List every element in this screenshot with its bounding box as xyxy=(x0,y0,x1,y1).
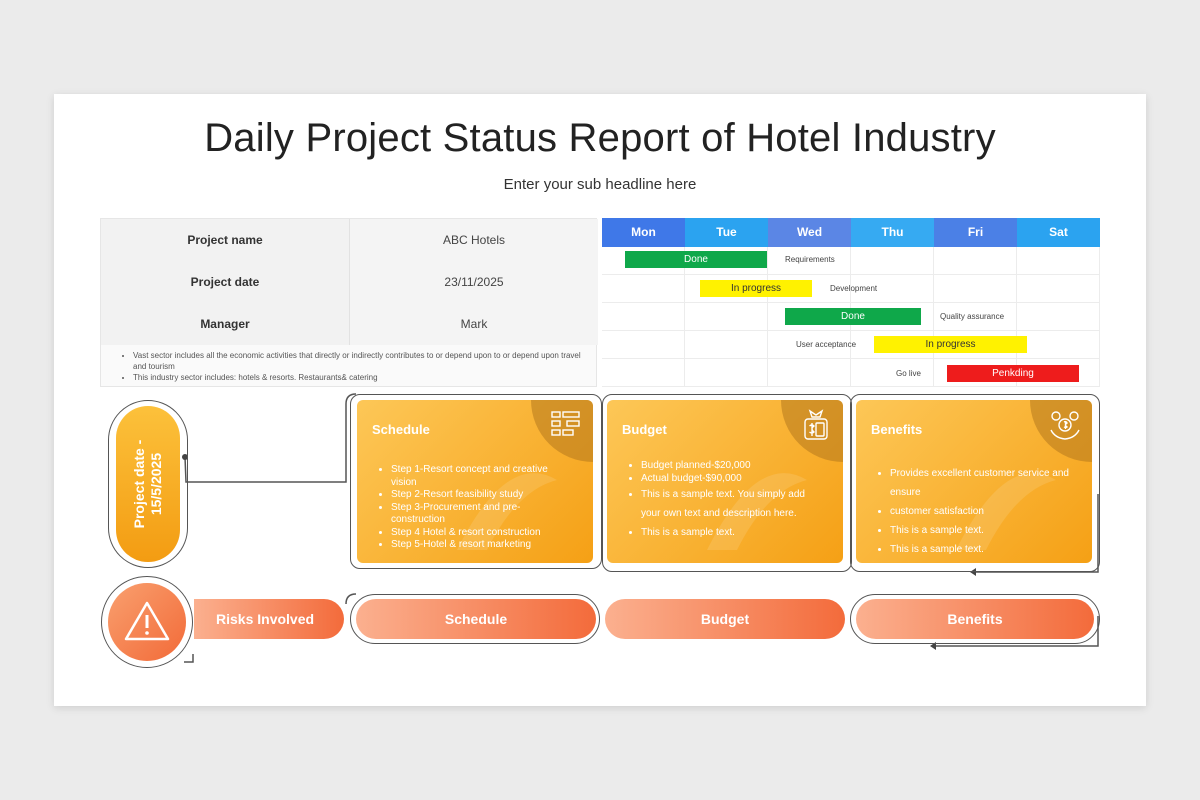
budget-card: Budget Budget planned-$20,000 Actual bud… xyxy=(607,400,843,563)
money-hand-icon xyxy=(1050,411,1080,440)
schedule-card: Schedule Step 1-Resort concept and creat… xyxy=(357,400,593,563)
list-item: This is a sample text. You simply add yo… xyxy=(641,485,821,523)
money-calculator-icon xyxy=(804,409,828,440)
warning-triangle-icon xyxy=(124,601,170,641)
risks-involved-pill: Risks Involved xyxy=(194,599,344,639)
card-list: Step 1-Resort concept and creative visio… xyxy=(391,464,571,552)
list-item: Step 3-Procurement and pre-construction xyxy=(391,502,571,527)
card-list: Provides excellent customer service and … xyxy=(890,464,1070,559)
card-title: Schedule xyxy=(372,422,430,437)
list-item: Actual budget-$90,000 xyxy=(641,472,821,485)
gantt-chart-icon xyxy=(551,411,580,436)
list-item: Budget planned-$20,000 xyxy=(641,460,821,472)
list-item: Step 2-Resort feasibility study xyxy=(391,489,571,502)
list-item: Step 1-Resort concept and creative visio… xyxy=(391,464,571,489)
schedule-pill: Schedule xyxy=(356,599,596,639)
list-item: Step 5-Hotel & resort marketing xyxy=(391,539,571,552)
budget-pill: Budget xyxy=(605,599,845,639)
benefits-pill: Benefits xyxy=(856,599,1094,639)
card-title: Benefits xyxy=(871,422,923,437)
list-item: Provides excellent customer service and … xyxy=(890,464,1070,502)
list-item: This is a sample text. xyxy=(890,540,1070,559)
slide: Daily Project Status Report of Hotel Ind… xyxy=(54,94,1146,706)
card-list: Budget planned-$20,000 Actual budget-$90… xyxy=(641,460,821,542)
list-item: customer satisfaction xyxy=(890,502,1070,521)
card-title: Budget xyxy=(622,422,667,437)
list-item: This is a sample text. xyxy=(641,523,821,542)
benefits-card: Benefits Provides excellent customer ser… xyxy=(856,400,1092,563)
list-item: Step 4 Hotel & resort construction xyxy=(391,527,571,540)
project-date-text: Project date - 15/5/2025 xyxy=(131,439,164,529)
list-item: This is a sample text. xyxy=(890,521,1070,540)
risk-circle xyxy=(108,583,186,661)
